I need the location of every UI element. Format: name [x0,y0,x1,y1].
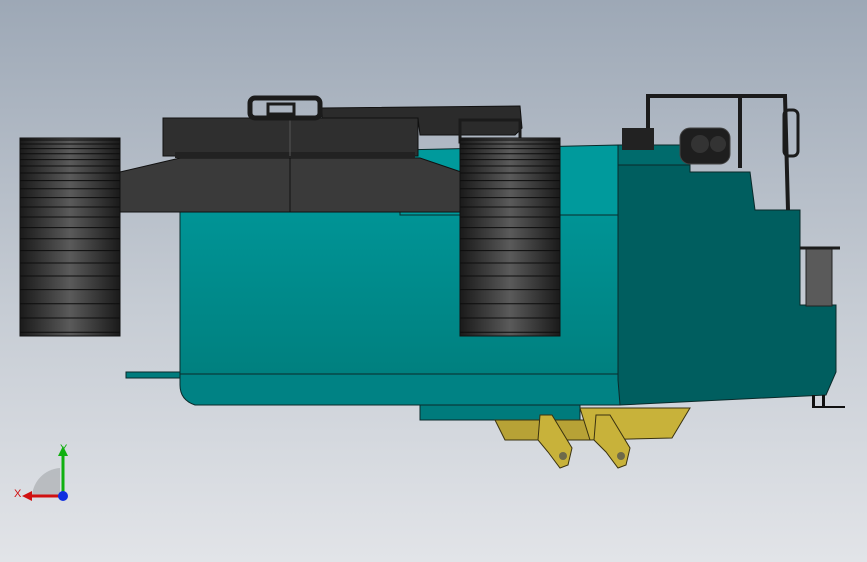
excavator-model[interactable] [0,0,867,562]
under-ledge [419,404,581,421]
cab [617,144,837,406]
left-track [19,137,121,337]
z-axis-dot [58,491,68,501]
coordinate-triad: Y X [14,443,68,501]
lower-hull [179,371,621,406]
side-box [805,247,833,307]
deck [119,157,471,213]
right-track [459,137,561,337]
y-axis-label: Y [60,443,68,455]
cad-viewport[interactable]: Y X [0,0,867,562]
x-axis-label: X [14,488,22,500]
